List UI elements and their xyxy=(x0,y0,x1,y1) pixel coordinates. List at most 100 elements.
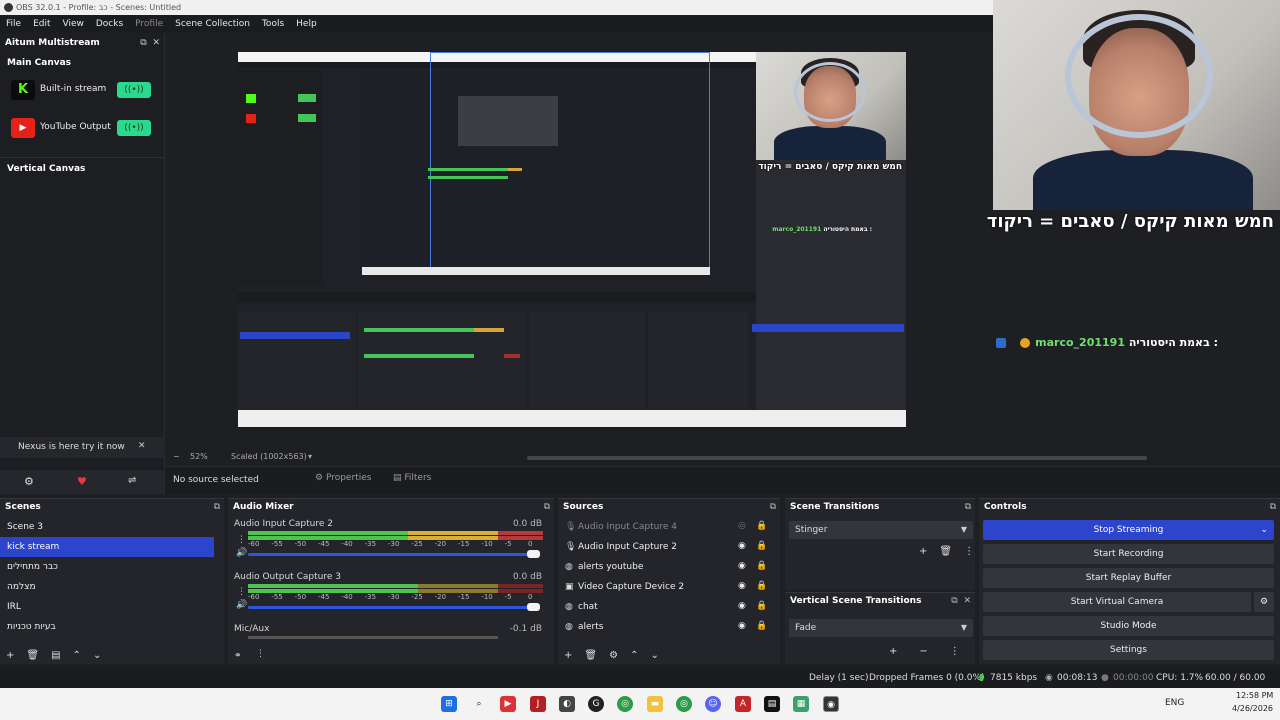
chrome-icon[interactable]: ◎ xyxy=(676,696,692,712)
gear-icon[interactable]: ⚙ xyxy=(609,650,618,661)
lock-icon[interactable]: 🔒 xyxy=(756,561,767,571)
add-icon[interactable]: + xyxy=(564,650,572,661)
remove-icon[interactable]: − xyxy=(919,646,927,657)
transition-select[interactable]: Stinger ▼ xyxy=(789,521,973,539)
float-icon[interactable]: ⧉ xyxy=(770,499,776,515)
scene-item[interactable]: כבר מתחילים xyxy=(0,557,214,577)
clock-date[interactable]: 4/26/2026 xyxy=(1232,704,1273,713)
share-icon[interactable]: ⇌ xyxy=(128,475,136,486)
virtual-camera-settings-button[interactable]: ⚙ xyxy=(1254,592,1274,612)
add-icon[interactable]: + xyxy=(6,650,14,661)
arrow-down-icon[interactable]: ⌄ xyxy=(650,650,658,661)
start-recording-button[interactable]: Start Recording xyxy=(983,544,1274,564)
arrow-up-icon[interactable]: ⌃ xyxy=(73,650,81,661)
stop-streaming-button[interactable]: Stop Streaming ⌄ xyxy=(983,520,1274,540)
kebab-icon[interactable]: ⋮ xyxy=(256,649,265,659)
heart-icon[interactable]: ♥ xyxy=(77,475,87,488)
studio-mode-button[interactable]: Studio Mode xyxy=(983,616,1274,636)
preview-scrollbar[interactable] xyxy=(527,456,1147,460)
scene-item[interactable]: Scene 3 xyxy=(0,517,214,537)
scene-item[interactable]: מצלמה xyxy=(0,577,214,597)
lock-icon[interactable]: 🔒 xyxy=(756,541,767,551)
search-icon[interactable]: ⌕ xyxy=(471,696,487,712)
menu-tools[interactable]: Tools xyxy=(256,15,290,33)
float-icon[interactable]: ⧉ xyxy=(544,499,550,515)
arrow-down-icon[interactable]: ⌄ xyxy=(93,650,101,661)
speaker-icon[interactable]: 🔊 xyxy=(236,600,247,610)
lock-icon[interactable]: 🔒 xyxy=(756,621,767,631)
source-item[interactable]: Audio Input Capture 4 xyxy=(558,517,780,537)
menu-help[interactable]: Help xyxy=(290,15,323,33)
eye-icon[interactable]: ◉ xyxy=(738,581,746,591)
output-toggle-button[interactable]: ((•)) xyxy=(117,120,151,136)
eye-icon[interactable]: ◉ xyxy=(738,541,746,551)
source-item[interactable]: alerts xyxy=(558,617,780,637)
app-icon[interactable]: A xyxy=(735,696,751,712)
start-virtual-camera-button[interactable]: Start Virtual Camera xyxy=(983,592,1251,612)
close-icon[interactable]: ✕ xyxy=(152,38,160,48)
eye-icon[interactable]: ◉ xyxy=(738,621,746,631)
menu-file[interactable]: File xyxy=(0,15,27,33)
float-icon[interactable]: ⧉ xyxy=(1270,499,1276,515)
properties-button[interactable]: ⚙ Properties xyxy=(315,473,371,483)
volume-slider[interactable] xyxy=(248,603,540,611)
kebab-icon[interactable]: ⋮ xyxy=(964,546,974,557)
float-icon[interactable]: ⧉ xyxy=(951,596,957,606)
app-icon[interactable]: ▤ xyxy=(764,696,780,712)
start-icon[interactable]: ⊞ xyxy=(441,696,457,712)
chevron-down-icon[interactable]: ⌄ xyxy=(1260,520,1268,540)
gear-icon[interactable]: ⚙ xyxy=(24,475,34,488)
hidden-eye-icon[interactable]: ◎ xyxy=(738,521,746,531)
close-icon[interactable]: ✕ xyxy=(138,441,146,451)
arrow-up-icon[interactable]: ⌃ xyxy=(630,650,638,661)
kebab-icon[interactable]: ⋮ xyxy=(237,535,246,545)
scene-item[interactable]: kick stream xyxy=(0,537,214,557)
trash-icon[interactable]: 🗑 xyxy=(26,650,39,661)
trash-icon[interactable]: 🗑 xyxy=(584,650,597,661)
speaker-icon[interactable]: 🔊 xyxy=(236,548,247,558)
add-icon[interactable]: + xyxy=(919,546,927,557)
source-item[interactable]: Video Capture Device 2 xyxy=(558,577,780,597)
app-icon[interactable]: ◐ xyxy=(559,696,575,712)
chevron-down-icon[interactable]: ▾ xyxy=(308,452,312,461)
menu-profile[interactable]: Profile xyxy=(129,15,169,33)
menu-view[interactable]: View xyxy=(57,15,90,33)
discord-icon[interactable]: ☺ xyxy=(705,696,721,712)
add-icon[interactable]: + xyxy=(889,646,897,657)
volume-slider-handle[interactable] xyxy=(527,550,540,558)
lock-icon[interactable]: 🔒 xyxy=(756,521,767,531)
lock-icon[interactable]: 🔒 xyxy=(756,601,767,611)
vertical-transition-select[interactable]: Fade ▼ xyxy=(789,619,973,637)
volume-slider[interactable] xyxy=(248,550,540,558)
lock-icon[interactable]: 🔒 xyxy=(756,581,767,591)
filter-icon[interactable]: ▤ xyxy=(51,650,60,661)
eye-icon[interactable]: ◉ xyxy=(738,601,746,611)
source-item[interactable]: Audio Input Capture 2 xyxy=(558,537,780,557)
app-icon[interactable]: J xyxy=(530,696,546,712)
menu-docks[interactable]: Docks xyxy=(90,15,129,33)
app-icon[interactable]: G xyxy=(588,696,604,712)
close-icon[interactable]: ✕ xyxy=(963,596,971,606)
float-icon[interactable]: ⧉ xyxy=(214,499,220,515)
trash-icon[interactable]: 🗑 xyxy=(939,546,952,557)
volume-slider-handle[interactable] xyxy=(527,603,540,611)
obs-icon[interactable]: ◉ xyxy=(823,696,839,712)
folder-icon[interactable]: ▬ xyxy=(647,696,663,712)
eye-icon[interactable]: ◉ xyxy=(738,561,746,571)
app-icon[interactable]: ▶ xyxy=(500,696,516,712)
source-item[interactable]: alerts youtube xyxy=(558,557,780,577)
link-icon[interactable]: ⚭ xyxy=(234,651,242,661)
zoom-out-icon[interactable]: − xyxy=(173,452,180,461)
chrome-icon[interactable]: ◎ xyxy=(617,696,633,712)
clock-time[interactable]: 12:58 PM xyxy=(1236,691,1273,700)
kebab-icon[interactable]: ⋮ xyxy=(950,646,960,657)
nexus-banner[interactable]: Nexus is here try it now ✕ xyxy=(0,437,165,458)
start-replay-buffer-button[interactable]: Start Replay Buffer xyxy=(983,568,1274,588)
float-icon[interactable]: ⧉ xyxy=(140,38,146,48)
float-icon[interactable]: ⧉ xyxy=(965,499,971,515)
source-item[interactable]: chat xyxy=(558,597,780,617)
output-toggle-button[interactable]: ((•)) xyxy=(117,82,151,98)
menu-edit[interactable]: Edit xyxy=(27,15,56,33)
scene-item[interactable]: בעיות טכניות xyxy=(0,617,214,637)
settings-button[interactable]: Settings xyxy=(983,640,1274,660)
